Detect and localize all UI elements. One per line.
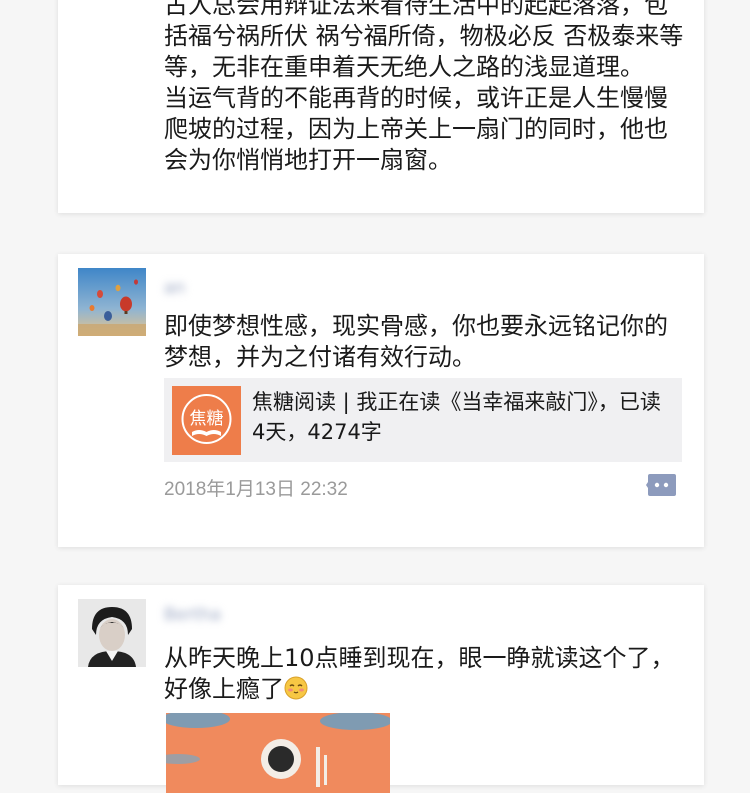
avatar[interactable] [78,268,146,336]
app-logo: 焦糖 [172,386,241,455]
comment-dots-icon[interactable] [646,474,676,498]
username[interactable]: Bertha [164,605,221,625]
post-card: an 即使梦想性感，现实骨感，你也要永远铭记你的梦想，并为之付诸有效行动。 焦糖… [58,254,704,547]
post-text: 从昨天晚上10点睡到现在，眼一睁就读这个了，好像上瘾了 [164,643,684,705]
post-text: 即使梦想性感，现实骨感，你也要永远铭记你的梦想，并为之付诸有效行动。 [164,312,668,371]
post-timestamp: 2018年1月13日 22:32 [164,479,348,500]
post-card: Bertha 从昨天晚上10点睡到现在，眼一睁就读这个了，好像上瘾了 [58,585,704,793]
blushing-face-emoji [284,676,308,700]
post-image[interactable] [166,713,390,793]
username[interactable]: an [164,278,185,298]
avatar[interactable] [78,599,146,667]
post-card: 古人总会用辩证法来看待生活中的起起落落，包括福兮祸所伏 祸兮福所倚，物极必反 否… [58,0,704,213]
post-text-content: 从昨天晚上10点睡到现在，眼一睁就读这个了，好像上瘾了 [164,644,675,703]
shared-link-title: 焦糖阅读 | 我正在读《当幸福来敲门》，已读4天，4274字 [252,390,661,444]
post-text: 古人总会用辩证法来看待生活中的起起落落，包括福兮祸所伏 祸兮福所倚，物极必反 否… [164,0,684,174]
shared-link-card[interactable]: 焦糖 焦糖阅读 | 我正在读《当幸福来敲门》，已读4天，4274字 [164,378,682,462]
app-logo-text: 焦糖 [190,409,224,429]
